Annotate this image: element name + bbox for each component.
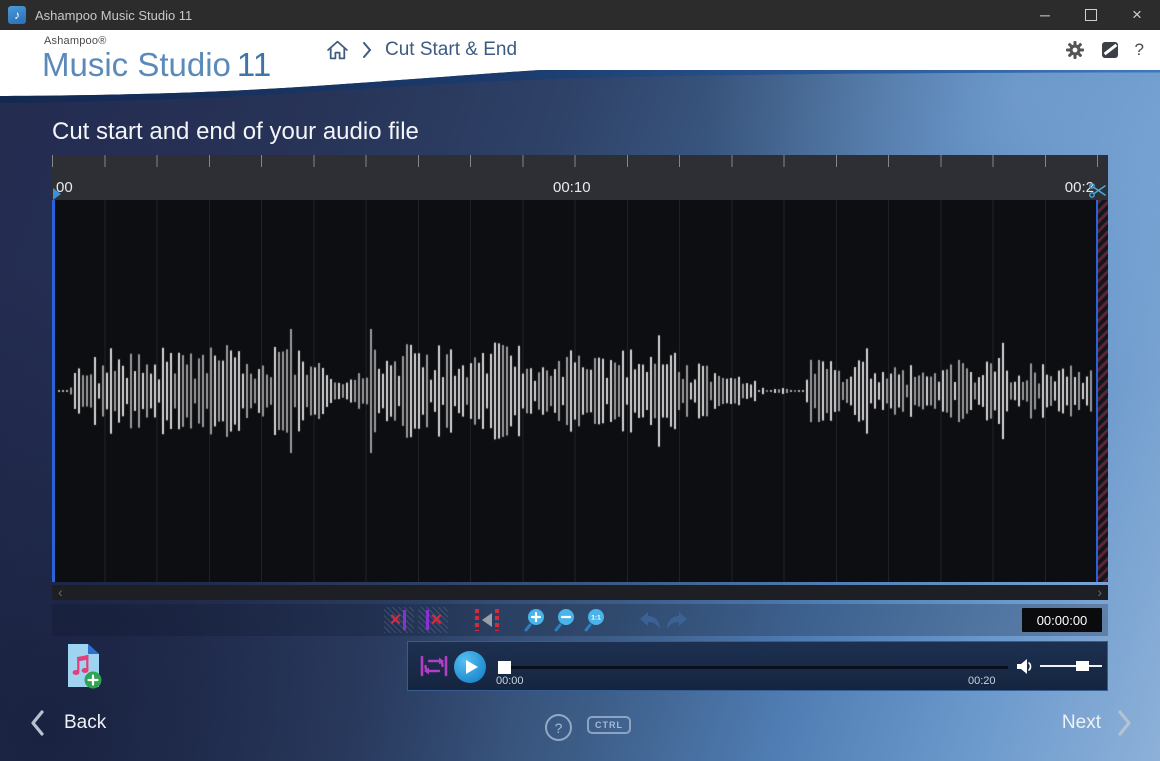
close-button[interactable]: × [1114, 0, 1160, 30]
brand-version: 11 [237, 46, 271, 83]
marker-bar-icon [403, 610, 406, 630]
volume-track[interactable] [1040, 665, 1102, 667]
zoom-one-to-one-icon: 1:1 [584, 608, 607, 632]
end-cut-marker[interactable] [1096, 200, 1108, 582]
waveform-scrollbar[interactable]: ‹ › [52, 585, 1108, 600]
maximize-icon [1085, 9, 1097, 21]
undo-button[interactable] [637, 607, 663, 633]
app-icon: ♪ [8, 6, 26, 24]
redo-button[interactable] [664, 607, 690, 633]
back-button[interactable]: Back [30, 710, 106, 736]
zoom-out-button[interactable] [552, 607, 578, 633]
next-label: Next [1062, 712, 1101, 734]
cut-x-icon: × [431, 610, 443, 630]
total-time: 00:20 [968, 675, 996, 687]
zoom-in-button[interactable] [522, 607, 548, 633]
ruler-label-mid: 00:10 [553, 179, 591, 196]
app-window: ♪ Ashampoo Music Studio 11 ─ × Ashampoo®… [0, 0, 1160, 761]
undo-icon [638, 611, 662, 630]
loop-button[interactable] [420, 654, 448, 678]
brand-main: Music Studio11 [42, 48, 271, 81]
trim-bar-icon [495, 609, 499, 631]
seek-track[interactable] [500, 666, 1008, 669]
zoom-out-icon [554, 608, 577, 632]
scroll-right-icon[interactable]: › [1097, 585, 1102, 600]
player-bar: 00:00 00:20 [407, 641, 1108, 691]
redo-icon [665, 611, 689, 630]
start-cut-marker[interactable] [52, 200, 55, 582]
header-actions: ? [1065, 30, 1144, 70]
play-button[interactable] [454, 651, 486, 683]
window-title: Ashampoo Music Studio 11 [35, 8, 1022, 23]
add-music-file-button[interactable] [64, 642, 104, 690]
speaker-icon[interactable] [1016, 658, 1034, 675]
cut-before-marker-button[interactable]: × [384, 607, 414, 633]
waveform-canvas[interactable] [52, 200, 1108, 582]
play-icon [466, 660, 478, 674]
theme-icon[interactable] [1102, 42, 1118, 58]
marker-bar-icon [426, 610, 429, 630]
title-bar: ♪ Ashampoo Music Studio 11 ─ × [0, 0, 1160, 30]
chevron-right-icon [362, 42, 372, 58]
home-icon[interactable] [326, 39, 349, 61]
cut-x-icon: × [390, 610, 402, 630]
ruler-ticks [52, 155, 1108, 167]
trim-selection-button[interactable] [470, 607, 504, 633]
breadcrumb-current: Cut Start & End [385, 39, 517, 61]
chevron-right-icon [1117, 710, 1132, 736]
music-note-icon: ♪ [14, 8, 20, 22]
volume-handle[interactable] [1076, 661, 1089, 671]
elapsed-time: 00:00 [496, 675, 524, 687]
minimize-button[interactable]: ─ [1022, 0, 1068, 30]
breadcrumb: Cut Start & End [326, 30, 517, 70]
theme-slash [1103, 44, 1117, 56]
next-button[interactable]: Next [1062, 710, 1132, 736]
brand-logo: Ashampoo® Music Studio11 [42, 36, 271, 81]
help-icon[interactable]: ? [1135, 40, 1144, 60]
trim-triangle-icon [482, 613, 492, 627]
edit-toolbar: × × [52, 604, 1108, 636]
zoom-reset-button[interactable]: 1:1 [582, 607, 608, 633]
seek-handle[interactable] [498, 661, 511, 674]
marker-time-display: 00:00:00 [1022, 608, 1102, 632]
timeline-ruler[interactable]: 00 00:10 00:2 [52, 155, 1108, 200]
chevron-left-icon [30, 710, 45, 736]
end-cut-hatch [1098, 200, 1108, 582]
minimize-icon: ─ [1040, 7, 1050, 23]
zoom-in-icon [524, 608, 547, 632]
svg-text:1:1: 1:1 [591, 615, 601, 622]
back-label: Back [64, 712, 106, 734]
help-question-icon: ? [555, 720, 563, 736]
cut-after-marker-button[interactable]: × [418, 607, 448, 633]
maximize-button[interactable] [1068, 0, 1114, 30]
trim-bar-icon [475, 609, 479, 631]
ctrl-key-badge[interactable]: CTRL [587, 716, 631, 734]
waveform-panel[interactable] [52, 200, 1108, 582]
page-title: Cut start and end of your audio file [52, 118, 419, 146]
settings-gear-icon[interactable] [1065, 40, 1085, 60]
help-circle-button[interactable]: ? [545, 714, 572, 741]
end-marker-scissors-icon[interactable] [1089, 183, 1106, 198]
scroll-left-icon[interactable]: ‹ [58, 585, 63, 600]
close-icon: × [1132, 5, 1142, 25]
start-marker-flag[interactable] [52, 188, 62, 200]
